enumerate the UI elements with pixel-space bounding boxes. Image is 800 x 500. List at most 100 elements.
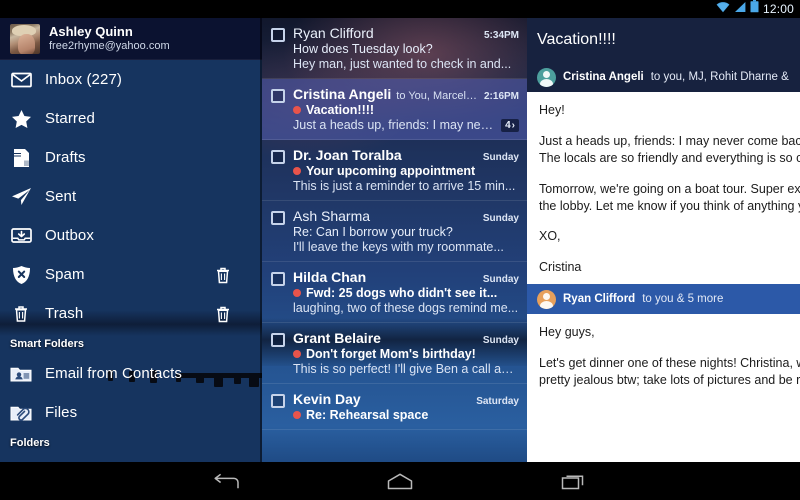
body-paragraph: Cristina	[539, 259, 800, 276]
recents-button[interactable]	[554, 466, 594, 496]
unread-dot-icon	[293, 350, 301, 358]
smart-folders-header: Smart Folders	[0, 333, 262, 354]
message-summary: Dr. Joan Toralba Sunday Your upcoming appo…	[293, 147, 519, 193]
sidebar-item-sent[interactable]: Sent	[0, 177, 262, 216]
message-list-item[interactable]: Ryan Clifford5:34PMHow does Tuesday look…	[262, 18, 527, 79]
message-checkbox[interactable]	[271, 28, 285, 42]
conversation-count-badge[interactable]: 4›	[501, 119, 519, 132]
body-line: Just a heads up, friends: I may never co…	[539, 133, 800, 150]
message-list[interactable]: Ryan Clifford5:34PMHow does Tuesday look…	[262, 18, 527, 462]
thread-message-header[interactable]: Ryan Cliffordto you & 5 more	[527, 284, 800, 314]
account-text: Ashley Quinn free2rhyme@yahoo.com	[49, 25, 170, 53]
sidebar-item-inbox[interactable]: Inbox (227)	[0, 60, 262, 99]
message-subject: How does Tuesday look?	[293, 42, 519, 56]
message-subject-text: Vacation!!!!	[306, 103, 374, 117]
sidebar-item-files[interactable]: Files	[0, 393, 262, 432]
panes-container: Ashley Quinn free2rhyme@yahoo.com Inbox …	[0, 18, 800, 462]
paper-plane-icon	[10, 186, 32, 208]
outbox-icon	[10, 225, 32, 247]
reading-pane-subject: Vacation!!!!	[527, 18, 800, 62]
body-paragraph: Just a heads up, friends: I may never co…	[539, 133, 800, 167]
body-paragraph: Let's get dinner one of these nights! Ch…	[539, 355, 800, 389]
drawer-content: Ashley Quinn free2rhyme@yahoo.com Inbox …	[0, 18, 262, 453]
drafts-icon	[10, 147, 32, 169]
back-button[interactable]	[206, 466, 246, 496]
home-button[interactable]	[380, 466, 420, 496]
sidebar-item-label: Files	[45, 404, 77, 421]
body-line: The locals are so friendly and everythin…	[539, 150, 800, 167]
battery-icon	[750, 0, 759, 18]
message-snippet: I'll leave the keys with my roommate...	[293, 240, 519, 254]
avatar	[10, 24, 40, 54]
message-list-item[interactable]: Cristina Angelito You, Marcelo...2:16PMV…	[262, 79, 527, 140]
message-subject-text: How does Tuesday look?	[293, 42, 433, 56]
message-list-item[interactable]: Hilda ChanSundayFwd: 25 dogs who didn't …	[262, 262, 527, 323]
sidebar-item-outbox[interactable]: Outbox	[0, 216, 262, 255]
message-date: Sunday	[483, 274, 519, 285]
message-date: 2:16PM	[484, 91, 519, 102]
message-checkbox[interactable]	[271, 150, 285, 164]
message-list-item[interactable]: Dr. Joan Toralba Sunday Your upcoming appo…	[262, 140, 527, 201]
message-checkbox[interactable]	[271, 394, 285, 408]
message-checkbox[interactable]	[271, 211, 285, 225]
message-list-item[interactable]: Kevin DaySaturdayRe: Rehearsal space	[262, 384, 527, 430]
message-subject-text: Don't forget Mom's birthday!	[306, 347, 476, 361]
sidebar-item-label: Email from Contacts	[45, 365, 182, 382]
thread-sender-name: Ryan Clifford	[563, 293, 635, 305]
sidebar-item-trash[interactable]: Trash	[0, 294, 262, 333]
message-summary: Kevin DaySaturdayRe: Rehearsal space	[293, 391, 519, 422]
body-paragraph: Tomorrow, we're going on a boat tour. Su…	[539, 181, 800, 215]
sidebar-item-label: Sent	[45, 188, 76, 205]
message-top-row: Dr. Joan Toralba Sunday	[293, 147, 519, 163]
message-snippet: laughing, two of these dogs remind me...	[293, 301, 519, 315]
message-sender: Dr. Joan Toralba	[293, 147, 402, 163]
sidebar-item-spam[interactable]: Spam	[0, 255, 262, 294]
message-date: Sunday	[483, 335, 519, 346]
message-checkbox[interactable]	[271, 272, 285, 286]
message-date: 5:34PM	[484, 30, 519, 41]
thread-sender-name: Cristina Angeli	[563, 71, 644, 83]
message-top-row: Ryan Clifford5:34PM	[293, 25, 519, 41]
thread-message-body: Hey guys,Let's get dinner one of these n…	[527, 314, 800, 397]
sidebar-item-drafts[interactable]: Drafts	[0, 138, 262, 177]
message-rows: Ryan Clifford5:34PMHow does Tuesday look…	[262, 18, 527, 430]
android-navigation-bar	[0, 462, 800, 500]
sidebar-item-label: Outbox	[45, 227, 94, 244]
thread-message-header[interactable]: Cristina Angeli to you, MJ, Rohit Dharne …	[527, 62, 800, 92]
message-subject-text: Your upcoming appointment	[306, 164, 475, 178]
message-subject: Re: Rehearsal space	[293, 408, 519, 422]
body-paragraph: XO,	[539, 228, 800, 245]
envelope-icon	[10, 69, 32, 91]
body-line: pretty jealous btw; take lots of picture…	[539, 372, 800, 389]
sidebar-item-label: Starred	[45, 110, 95, 127]
message-subject: Vacation!!!!	[293, 103, 519, 117]
account-header[interactable]: Ashley Quinn free2rhyme@yahoo.com	[0, 18, 262, 60]
sidebar-item-email-from-contacts[interactable]: Email from Contacts	[0, 354, 262, 393]
message-snippet-row: This is so perfect! I'll give Ben a call…	[293, 362, 519, 376]
message-list-item[interactable]: Grant BelaireSundayDon't forget Mom's bi…	[262, 323, 527, 384]
contacts-folder-icon	[10, 363, 32, 385]
sidebar-item-starred[interactable]: Starred	[0, 99, 262, 138]
unread-dot-icon	[293, 167, 301, 175]
message-date: Saturday	[476, 396, 519, 407]
message-subject: Re: Can I borrow your truck?	[293, 225, 519, 239]
message-date: Sunday	[483, 213, 519, 224]
star-icon	[10, 108, 32, 130]
body-line: XO,	[539, 228, 800, 245]
signal-icon	[734, 0, 746, 18]
status-bar: 12:00	[0, 0, 800, 18]
empty-trash-icon[interactable]	[215, 305, 231, 322]
message-summary: Grant BelaireSundayDon't forget Mom's bi…	[293, 330, 519, 376]
message-checkbox[interactable]	[271, 89, 285, 103]
thread-recipients: to you, MJ, Rohit Dharne & 2 more	[651, 71, 790, 83]
message-date: Sunday	[483, 152, 519, 163]
message-checkbox[interactable]	[271, 333, 285, 347]
message-subject: Fwd: 25 dogs who didn't see it...	[293, 286, 519, 300]
delete-spam-icon[interactable]	[215, 266, 231, 283]
message-list-item[interactable]: Ash SharmaSundayRe: Can I borrow your tr…	[262, 201, 527, 262]
body-line: the lobby. Let me know if you think of a…	[539, 198, 800, 215]
message-subject-text: Re: Can I borrow your truck?	[293, 225, 453, 239]
body-line: Cristina	[539, 259, 800, 276]
sidebar-item-label: Drafts	[45, 149, 86, 166]
message-subject-text: Re: Rehearsal space	[306, 408, 428, 422]
